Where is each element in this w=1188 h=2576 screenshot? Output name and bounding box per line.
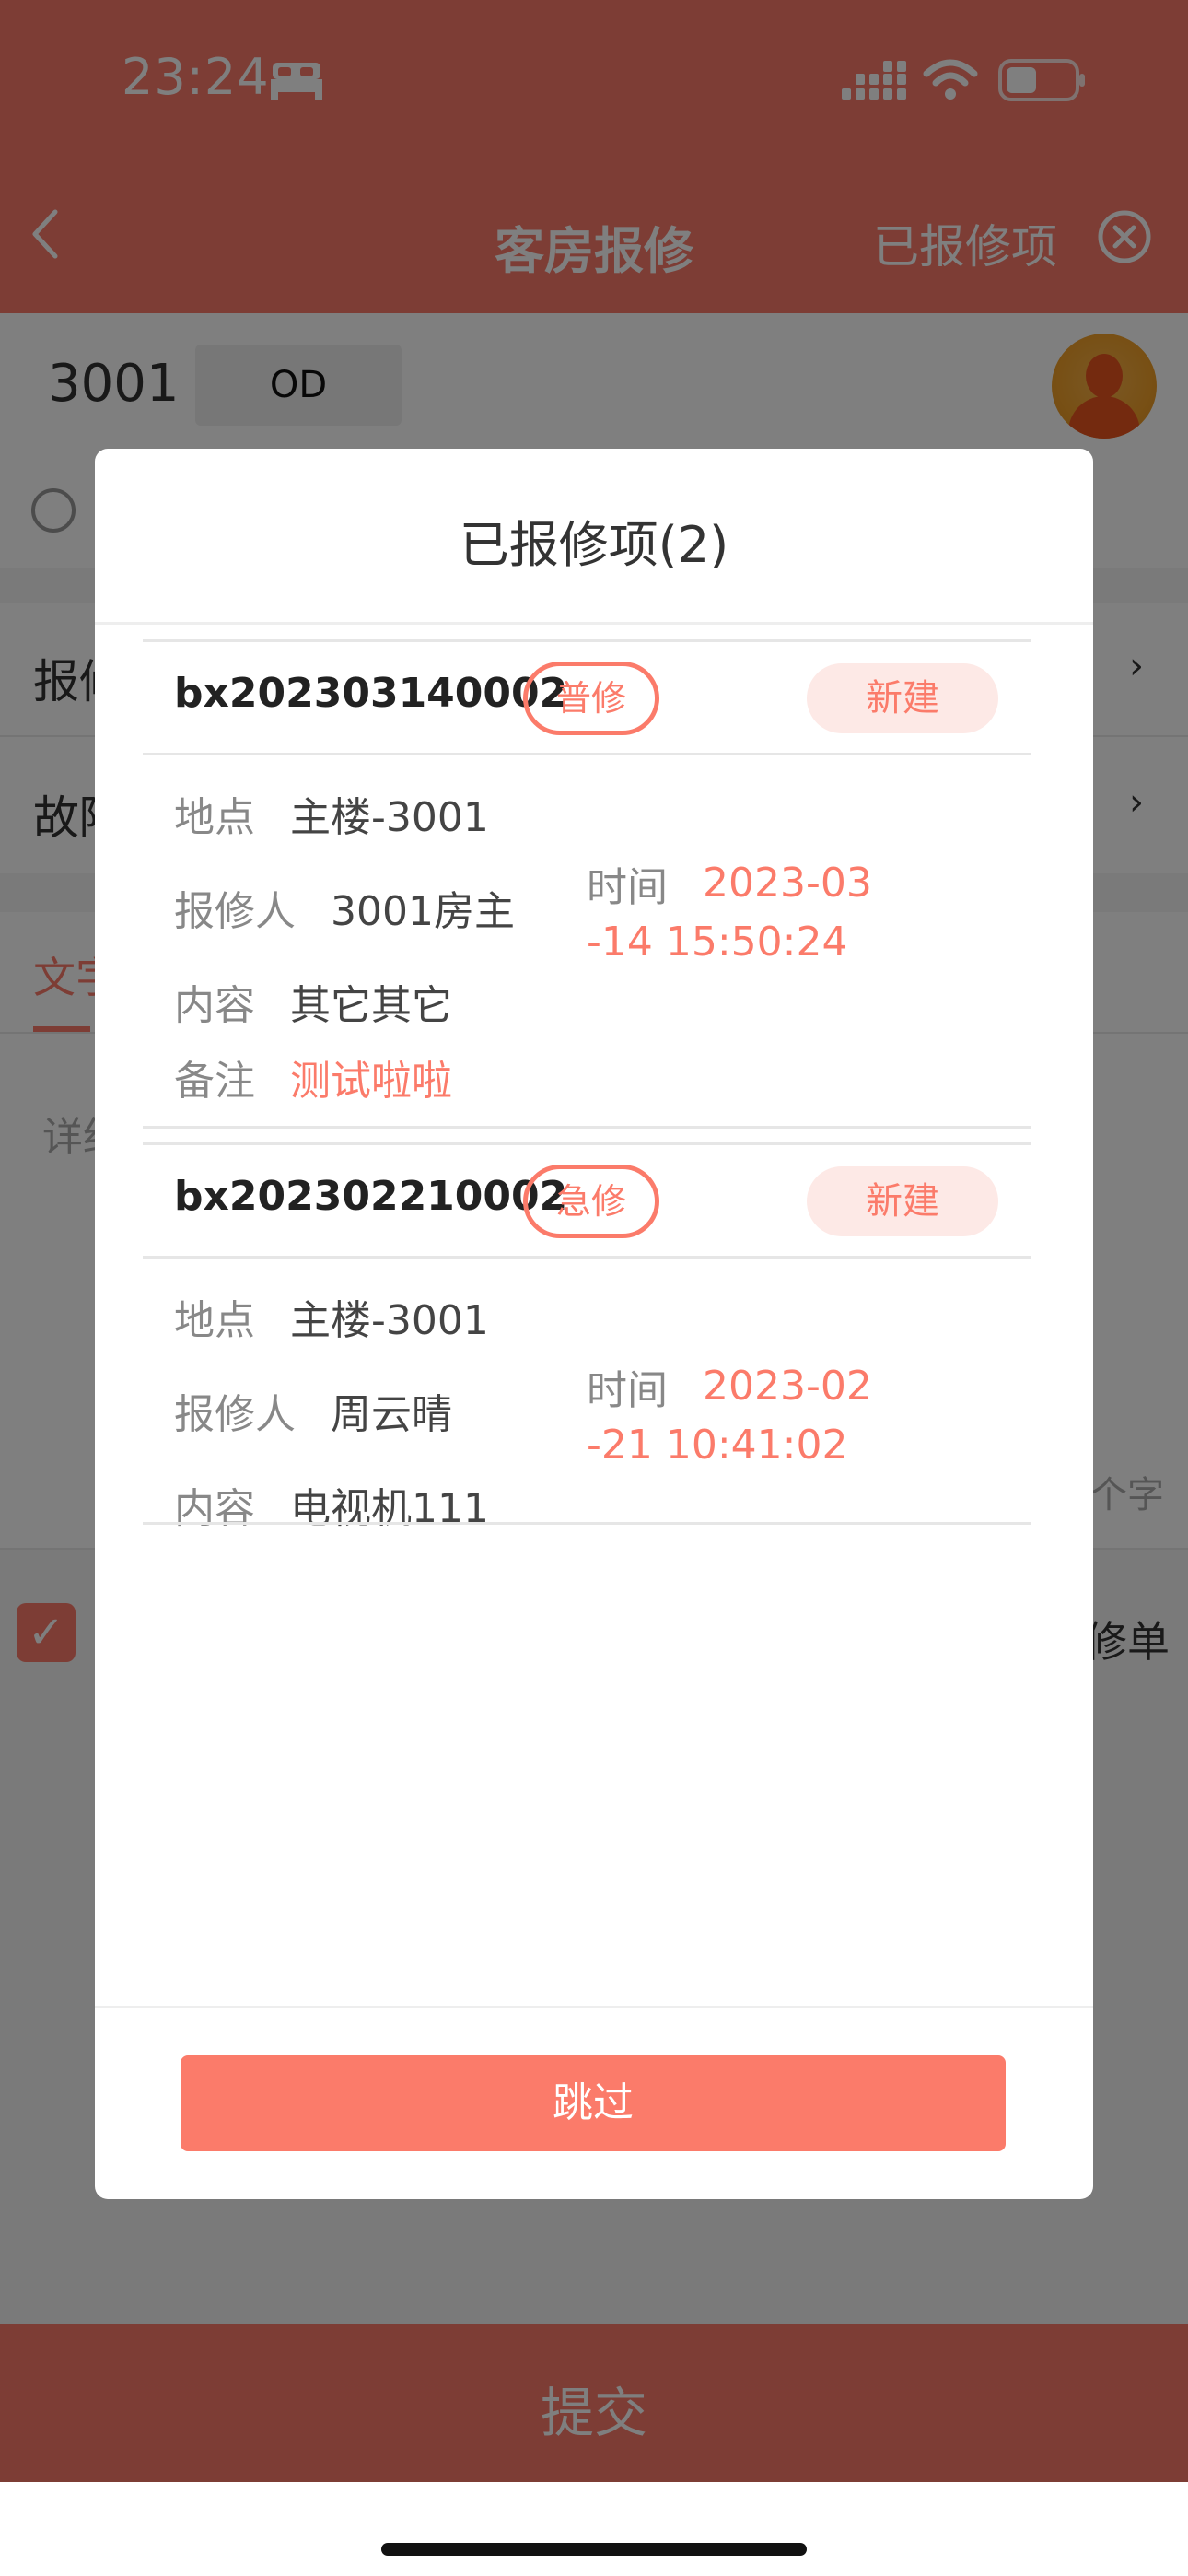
location-value: 主楼-3001: [290, 1297, 489, 1344]
location-value: 主楼-3001: [290, 794, 489, 841]
location-label: 地点: [174, 1297, 255, 1344]
divider: [143, 1142, 1031, 1145]
content-label: 内容: [174, 1485, 255, 1532]
divider: [143, 1126, 1031, 1129]
divider: [143, 1522, 1031, 1525]
divider: [143, 1256, 1031, 1259]
repair-type-badge: 急修: [523, 1165, 659, 1238]
repair-type-badge: 普修: [523, 662, 659, 735]
location-label: 地点: [174, 794, 255, 841]
order-number: bx202302210002: [174, 1173, 568, 1220]
divider: [95, 622, 1093, 625]
reporter-label: 报修人: [174, 1391, 296, 1438]
reported-items-dialog: 已报修项(2) bx202303140002 普修 新建 地点 主楼-3001 …: [95, 449, 1093, 2199]
content-value: 其它其它: [290, 982, 452, 1029]
dialog-title: 已报修项(2): [459, 516, 729, 574]
remark-value: 测试啦啦: [290, 1058, 452, 1105]
time-value: 2023-03-14 15:50:24: [587, 860, 872, 966]
divider: [143, 753, 1031, 755]
order-number: bx202303140002: [174, 670, 568, 717]
reporter-value: 3001房主: [331, 888, 515, 935]
content-value: 电视机111: [290, 1485, 489, 1532]
home-area: [0, 2482, 1188, 2576]
status-badge: 新建: [807, 663, 998, 733]
time-value: 2023-02-21 10:41:02: [587, 1363, 872, 1469]
reporter-label: 报修人: [174, 888, 296, 935]
remark-label: 备注: [174, 1058, 255, 1105]
status-badge: 新建: [807, 1166, 998, 1236]
home-indicator[interactable]: [381, 2543, 807, 2556]
skip-button[interactable]: 跳过: [181, 2055, 1006, 2151]
divider: [95, 2006, 1093, 2008]
content-label: 内容: [174, 982, 255, 1029]
reporter-value: 周云晴: [331, 1391, 452, 1438]
